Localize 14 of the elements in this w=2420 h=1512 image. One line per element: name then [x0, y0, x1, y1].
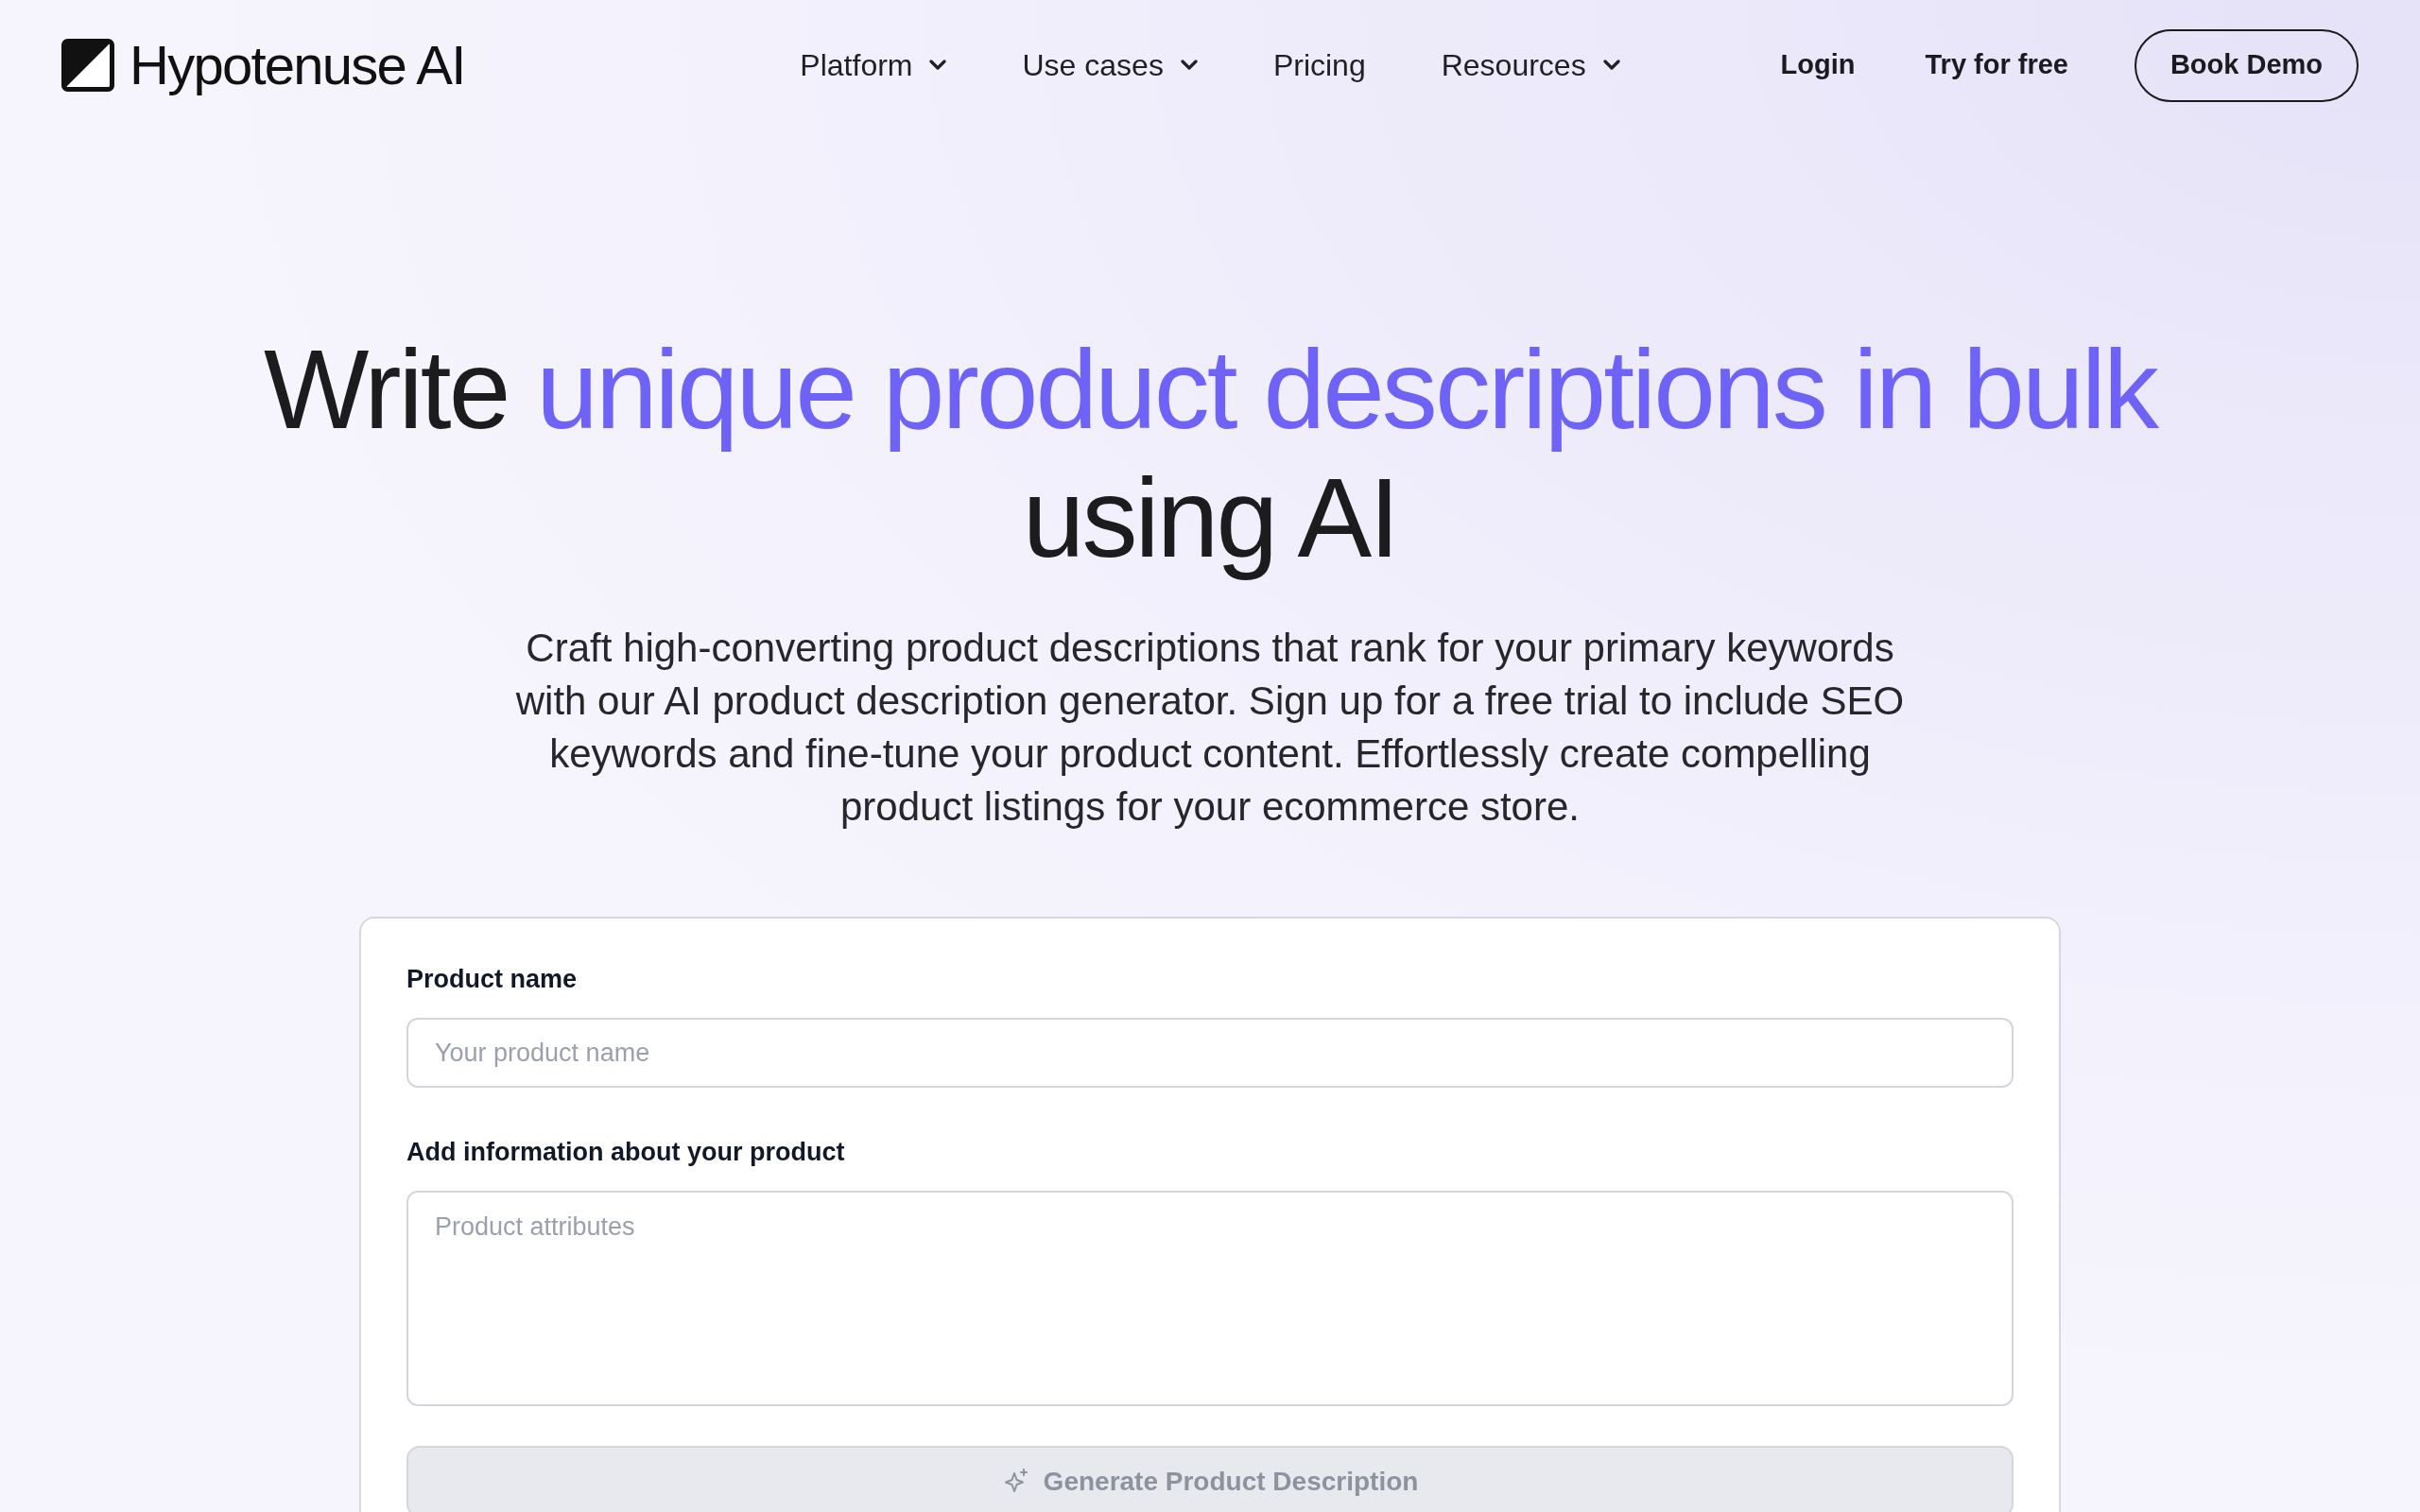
nav-menu-link[interactable]: Use cases	[1022, 43, 1198, 88]
header-link[interactable]: Login	[1780, 44, 1856, 86]
nav-menu-link[interactable]: Platform	[800, 43, 947, 88]
nav-menu-link[interactable]: Resources	[1441, 43, 1620, 88]
nav-link[interactable]: Pricing	[1272, 43, 1366, 88]
product-name-field[interactable]: Your product name	[406, 1018, 2014, 1088]
hero-description: Craft high-converting product descriptions that rank for your primary keywords with our AI product description generator. Sign up for a free trial to include SEO keywords and fine-tune your product content. Effortlessly create compelling product listings for your ecommerce store.	[514, 625, 1906, 831]
logo-icon	[61, 39, 114, 92]
field-label: Add information about your product	[406, 1137, 846, 1168]
field-label: Product name	[406, 964, 579, 995]
header-link[interactable]: Try for free	[1925, 44, 2068, 86]
hero-heading: Write unique product descriptions in bulk using AI	[217, 325, 2203, 582]
book-demo-button[interactable]: Book Demo	[2135, 28, 2359, 102]
product-attributes-field[interactable]: Product attributes	[406, 1191, 2014, 1406]
